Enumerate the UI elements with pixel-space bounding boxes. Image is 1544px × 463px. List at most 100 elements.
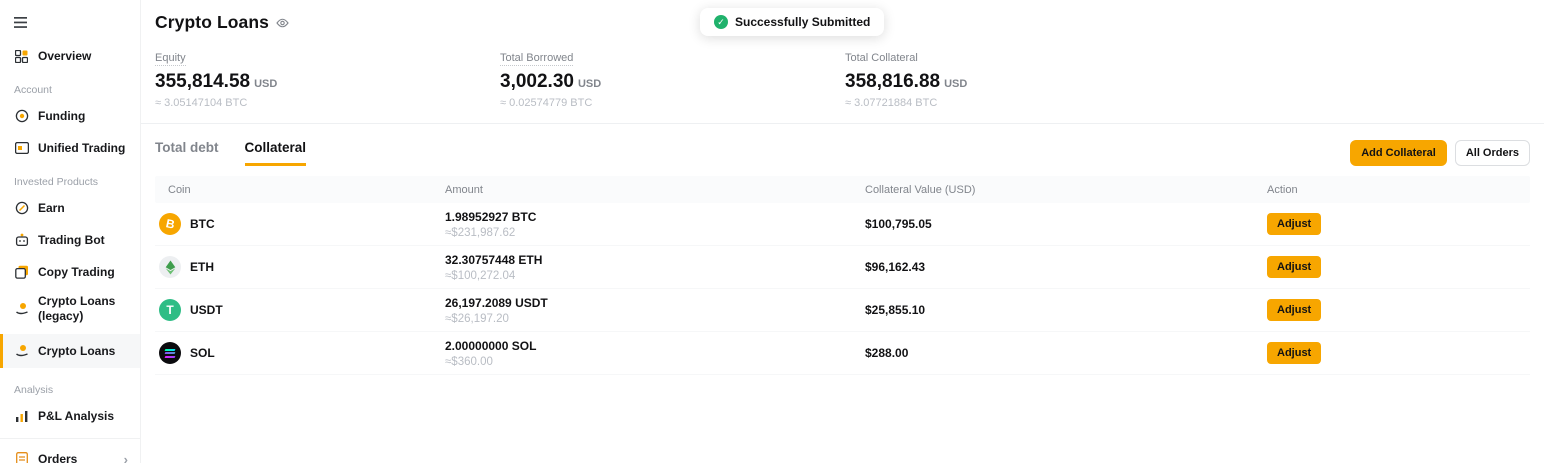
stat-value: 3,002.30USD — [500, 71, 845, 93]
sidebar-item-trading-bot[interactable]: Trading Bot — [0, 228, 140, 252]
coin-name: BTC — [190, 217, 215, 231]
main-content: Crypto Loans Equity 355,814.58USD ≈ 3.05… — [141, 0, 1544, 463]
page-title: Crypto Loans — [155, 12, 269, 33]
currency-unit: USD — [254, 78, 277, 90]
sidebar-item-earn[interactable]: Earn — [0, 196, 140, 220]
chevron-right-icon: › — [124, 452, 132, 463]
check-circle-icon: ✓ — [714, 15, 728, 29]
crypto-loans-page: Overview Account Funding Unified Trading… — [0, 0, 1544, 463]
sidebar-section-account: Account — [0, 84, 140, 96]
copy-trading-icon — [14, 265, 29, 280]
sidebar-item-crypto-loans[interactable]: Crypto Loans — [0, 334, 140, 368]
sidebar-section-analysis: Analysis — [0, 384, 140, 396]
stat-btc-equivalent: ≈ 3.05147104 BTC — [155, 97, 500, 109]
menu-toggle-button[interactable] — [0, 8, 140, 36]
funding-coin-icon — [14, 109, 29, 124]
collateral-value: $96,162.43 — [865, 260, 925, 274]
sidebar-item-copy-trading[interactable]: Copy Trading — [0, 260, 140, 284]
toast-message: Successfully Submitted — [735, 15, 870, 29]
hamburger-icon — [14, 17, 27, 28]
crypto-loans-legacy-icon — [14, 302, 29, 317]
trading-bot-icon — [14, 233, 29, 248]
collateral-value: $288.00 — [865, 346, 908, 360]
stat-label: Total Borrowed — [500, 52, 573, 66]
table-row-eth: ETH 32.30757448 ETH ≈$100,272.04 $96,162… — [155, 246, 1530, 289]
sidebar-item-funding[interactable]: Funding — [0, 104, 140, 128]
table-row-btc: B BTC 1.98952927 BTC ≈$231,987.62 $100,7… — [155, 203, 1530, 246]
stat-label: Total Collateral — [845, 52, 918, 64]
sidebar-divider — [0, 438, 140, 439]
amount-value: 26,197.2089 USDT — [445, 296, 857, 310]
adjust-button[interactable]: Adjust — [1267, 342, 1321, 364]
amount-usd-equivalent: ≈$26,197.20 — [445, 313, 857, 325]
sidebar-item-unified-trading[interactable]: Unified Trading — [0, 136, 140, 160]
stat-total-borrowed: Total Borrowed 3,002.30USD ≈ 0.02574779 … — [500, 48, 845, 109]
btc-coin-icon: B — [159, 213, 181, 235]
coin-name: SOL — [190, 346, 215, 360]
table-row-usdt: T USDT 26,197.2089 USDT ≈$26,197.20 $25,… — [155, 289, 1530, 332]
add-collateral-button[interactable]: Add Collateral — [1350, 140, 1447, 166]
sidebar-item-label: Earn — [38, 201, 65, 215]
column-header-amount: Amount — [445, 184, 865, 196]
sidebar-item-crypto-loans-legacy[interactable]: Crypto Loans (legacy) — [0, 292, 140, 326]
sidebar-item-label: P&L Analysis — [38, 409, 114, 423]
coin-name: ETH — [190, 260, 214, 274]
sidebar-section-invested-products: Invested Products — [0, 176, 140, 188]
amount-value: 32.30757448 ETH — [445, 253, 857, 267]
eth-coin-icon — [159, 256, 181, 278]
column-header-collateral-value: Collateral Value (USD) — [865, 184, 1267, 196]
stat-value: 355,814.58USD — [155, 71, 500, 93]
amount-usd-equivalent: ≈$100,272.04 — [445, 270, 857, 282]
collateral-value: $100,795.05 — [865, 217, 932, 231]
collateral-table: Coin Amount Collateral Value (USD) Actio… — [155, 176, 1530, 375]
sidebar-item-label: Unified Trading — [38, 141, 125, 155]
currency-unit: USD — [578, 78, 601, 90]
eye-icon[interactable] — [276, 18, 289, 28]
usdt-coin-icon: T — [159, 299, 181, 321]
stat-equity: Equity 355,814.58USD ≈ 3.05147104 BTC — [155, 48, 500, 109]
tab-bar: Total debt Collateral Add Collateral All… — [155, 140, 1530, 166]
sidebar-item-label: Copy Trading — [38, 265, 115, 279]
adjust-button[interactable]: Adjust — [1267, 256, 1321, 278]
sidebar-item-label: Crypto Loans (legacy) — [38, 294, 132, 324]
adjust-button[interactable]: Adjust — [1267, 299, 1321, 321]
crypto-loans-icon — [14, 344, 29, 359]
sol-coin-icon — [159, 342, 181, 364]
sidebar-item-overview[interactable]: Overview — [0, 44, 140, 68]
currency-unit: USD — [944, 78, 967, 90]
sidebar-item-label: Crypto Loans — [38, 344, 115, 358]
account-stats: Equity 355,814.58USD ≈ 3.05147104 BTC To… — [155, 48, 1530, 109]
all-orders-button[interactable]: All Orders — [1455, 140, 1530, 166]
collateral-value: $25,855.10 — [865, 303, 925, 317]
sidebar-item-orders[interactable]: Orders › — [0, 447, 140, 463]
stat-value: 358,816.88USD — [845, 71, 1190, 93]
amount-usd-equivalent: ≈$231,987.62 — [445, 227, 857, 239]
column-header-action: Action — [1267, 184, 1530, 196]
amount-usd-equivalent: ≈$360.00 — [445, 356, 857, 368]
amount-value: 2.00000000 SOL — [445, 339, 857, 353]
coin-name: USDT — [190, 303, 223, 317]
tab-collateral[interactable]: Collateral — [245, 140, 307, 166]
table-header-row: Coin Amount Collateral Value (USD) Actio… — [155, 176, 1530, 203]
stat-total-collateral: Total Collateral 358,816.88USD ≈ 3.07721… — [845, 48, 1190, 109]
sidebar-item-label: Trading Bot — [38, 233, 105, 247]
amount-value: 1.98952927 BTC — [445, 210, 857, 224]
sidebar: Overview Account Funding Unified Trading… — [0, 0, 141, 463]
sidebar-item-label: Funding — [38, 109, 85, 123]
earn-icon — [14, 201, 29, 216]
sidebar-item-pnl-analysis[interactable]: P&L Analysis — [0, 404, 140, 428]
tab-actions: Add Collateral All Orders — [1350, 140, 1530, 166]
sidebar-item-label: Orders — [38, 452, 77, 463]
tab-total-debt[interactable]: Total debt — [155, 140, 219, 166]
column-header-coin: Coin — [155, 184, 445, 196]
success-toast: ✓ Successfully Submitted — [700, 8, 884, 36]
stat-btc-equivalent: ≈ 0.02574779 BTC — [500, 97, 845, 109]
table-row-sol: SOL 2.00000000 SOL ≈$360.00 $288.00 Adju… — [155, 332, 1530, 375]
stat-label: Equity — [155, 52, 186, 66]
stat-btc-equivalent: ≈ 3.07721884 BTC — [845, 97, 1190, 109]
sidebar-item-label: Overview — [38, 49, 91, 63]
adjust-button[interactable]: Adjust — [1267, 213, 1321, 235]
overview-grid-icon — [14, 49, 29, 64]
orders-document-icon — [14, 452, 29, 463]
bar-chart-icon — [14, 409, 29, 424]
